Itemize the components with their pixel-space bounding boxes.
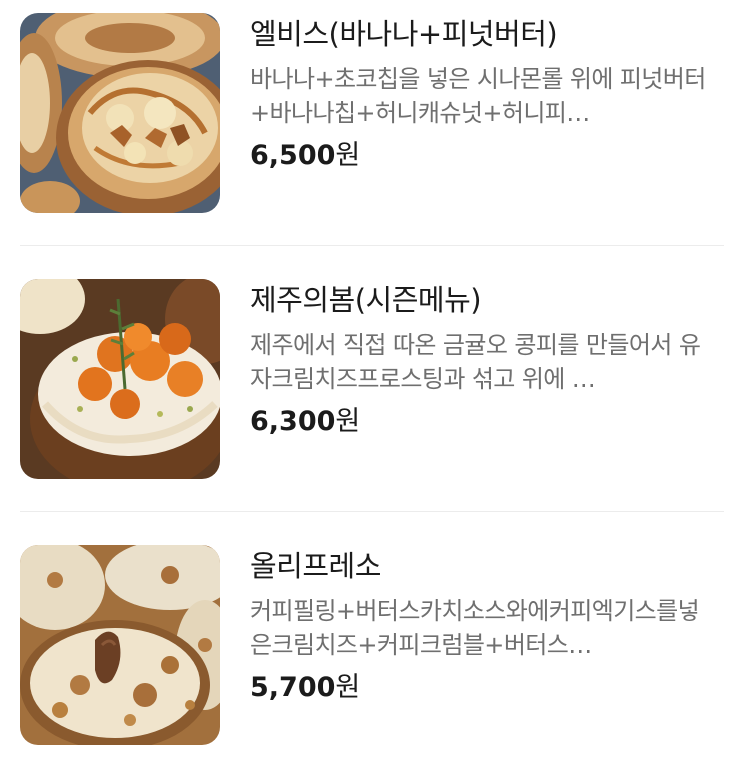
menu-item-image[interactable] [20,279,220,479]
menu-item-description: 바나나+초코칩을 넣은 시나몬롤 위에 피넛버터+바나나칩+허니캐슈넛+허니피… [250,65,706,127]
menu-item-price: 6,300원 [250,404,720,440]
menu-item-olipresso[interactable]: 올리프레소 커피필링+버터스카치소스와에커피엑기스를넣은크림치즈+커피크럼블+버… [0,532,744,768]
menu-list: 엘비스(바나나+피넛버터) 바나나+초코칩을 넣은 시나몬롤 위에 피넛버터+바… [0,0,744,768]
menu-item-name: 엘비스(바나나+피넛버터) [250,17,558,51]
menu-item-info: 올리프레소 커피필링+버터스카치소스와에커피엑기스를넣은크림치즈+커피크럼블+버… [250,548,720,706]
menu-item-name: 제주의봄(시즌메뉴) [250,283,482,317]
divider [20,245,724,246]
menu-item-name: 올리프레소 [250,549,381,583]
menu-item-image[interactable] [20,545,220,745]
divider [20,511,724,512]
price-amount: 6,500 [250,140,336,171]
kumquat-cream-cheese-roll-photo [20,279,220,479]
menu-item-description: 커피필링+버터스카치소스와에커피엑기스를넣은크림치즈+커피크럼블+버터스… [250,597,700,659]
menu-item-elvis[interactable]: 엘비스(바나나+피넛버터) 바나나+초코칩을 넣은 시나몬롤 위에 피넛버터+바… [0,0,744,266]
price-amount: 5,700 [250,672,336,703]
menu-item-info: 제주의봄(시즌메뉴) 제주에서 직접 따온 금귤오 콩피를 만들어서 유자크림치… [250,282,720,440]
menu-item-price: 5,700원 [250,670,720,706]
menu-item-price: 6,500원 [250,138,720,174]
coffee-crumble-roll-photo [20,545,220,745]
price-unit: 원 [335,140,361,171]
menu-item-info: 엘비스(바나나+피넛버터) 바나나+초코칩을 넣은 시나몬롤 위에 피넛버터+바… [250,16,720,174]
price-unit: 원 [335,406,361,437]
menu-item-jeju-spring[interactable]: 제주의봄(시즌메뉴) 제주에서 직접 따온 금귤오 콩피를 만들어서 유자크림치… [0,266,744,532]
menu-item-description: 제주에서 직접 따온 금귤오 콩피를 만들어서 유자크림치즈프로스팅과 섞고 위… [250,331,701,393]
banana-peanut-cinnamon-roll-photo [20,13,220,213]
price-unit: 원 [335,672,361,703]
price-amount: 6,300 [250,406,336,437]
menu-item-image[interactable] [20,13,220,213]
